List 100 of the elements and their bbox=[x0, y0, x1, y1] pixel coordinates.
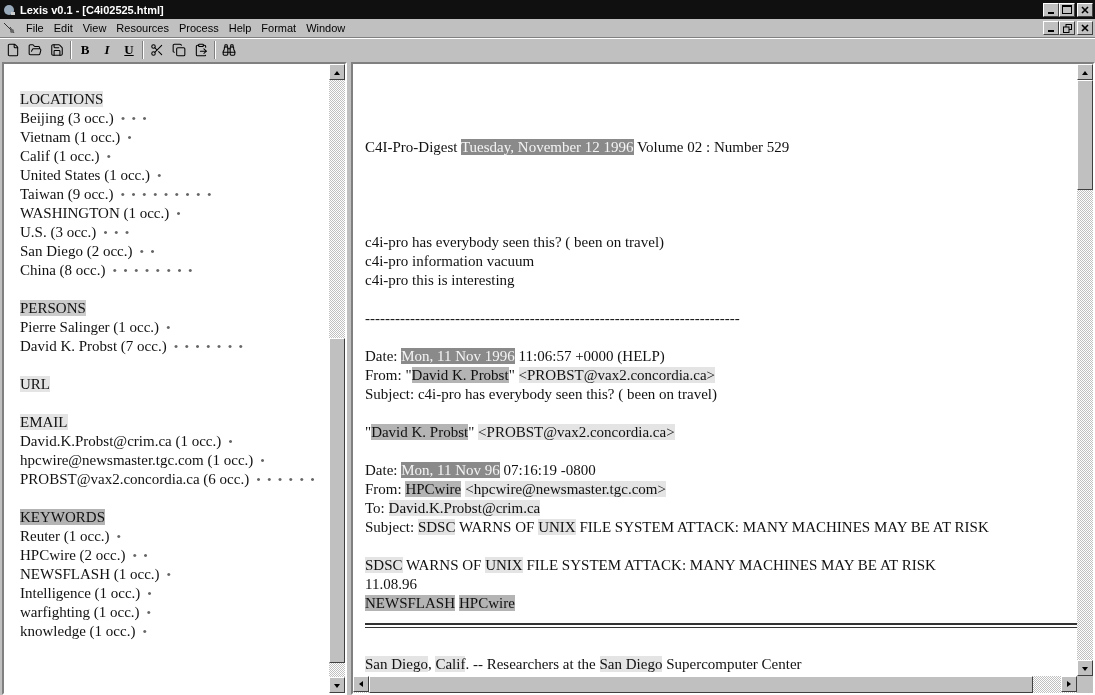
highlighted-text: HPCwire bbox=[405, 481, 462, 497]
entity-item[interactable]: NEWSFLASH (1 occ.) bbox=[20, 565, 160, 584]
occurrence-marks: • bbox=[260, 452, 265, 470]
maximize-button[interactable] bbox=[1059, 2, 1075, 17]
document-text: Volume 02 : Number 529 bbox=[636, 139, 790, 155]
highlighted-text: Mon, 11 Nov 1996 bbox=[401, 348, 515, 364]
entity-item[interactable]: China (8 occ.) bbox=[20, 261, 106, 280]
document-text: Date: bbox=[365, 348, 399, 364]
close-button[interactable] bbox=[1077, 21, 1093, 35]
italic-button[interactable]: I bbox=[98, 40, 116, 59]
highlighted-text: San Diego bbox=[599, 656, 663, 672]
restore-button[interactable] bbox=[1059, 21, 1075, 35]
highlighted-text: UNIX bbox=[538, 519, 576, 535]
close-button[interactable] bbox=[1077, 2, 1093, 17]
close-icon bbox=[1081, 24, 1089, 32]
entity-item[interactable]: United States (1 occ.) bbox=[20, 166, 150, 185]
document-text: 07:16:19 -0800 bbox=[502, 462, 596, 478]
underline-button[interactable]: U bbox=[120, 40, 138, 59]
occurrence-marks: • • • bbox=[120, 110, 147, 128]
occurrence-marks: • bbox=[127, 129, 132, 147]
entity-item[interactable]: U.S. (3 occ.) bbox=[20, 223, 97, 242]
document-text: , bbox=[427, 656, 433, 672]
document-text: WARNS OF bbox=[405, 557, 483, 573]
menu-item[interactable]: Resources bbox=[116, 22, 169, 34]
scroll-thumb[interactable] bbox=[329, 338, 345, 663]
occurrence-marks: • • • • • • • • • bbox=[120, 186, 212, 204]
occurrence-marks: • bbox=[166, 566, 172, 584]
document-text: --------------------------------------------------------------------------- bbox=[365, 310, 740, 326]
menu-item[interactable]: Edit bbox=[53, 22, 73, 34]
minimize-button[interactable] bbox=[1043, 2, 1059, 17]
entity-item[interactable]: Pierre Salinger (1 occ.) bbox=[20, 318, 160, 337]
entity-item[interactable]: hpcwire@newsmaster.tgc.com (1 occ.) bbox=[20, 451, 254, 470]
highlighted-text: <hpcwire@newsmaster.tgc.com> bbox=[465, 481, 666, 497]
document-text: Subject: bbox=[365, 519, 416, 535]
close-icon bbox=[1081, 5, 1089, 14]
entity-item[interactable]: Beijing (3 occ.) bbox=[20, 109, 114, 128]
document-text: c4i-pro this is interesting bbox=[365, 272, 515, 288]
document-icon bbox=[2, 21, 16, 35]
entity-item[interactable]: Reuter (1 occ.) bbox=[20, 527, 110, 546]
entity-item[interactable]: knowledge (1 occ.) bbox=[20, 622, 136, 641]
entity-item[interactable]: Vietnam (1 occ.) bbox=[20, 128, 121, 147]
document-text: WARNS OF bbox=[457, 519, 536, 535]
document-text: FILE SYSTEM ATTACK: MANY MACHINES MAY BE AT RISK bbox=[525, 557, 936, 573]
document-text: C4I-Pro-Digest bbox=[365, 139, 459, 155]
section-heading: KEYWORDS bbox=[20, 509, 105, 525]
occurrence-marks: • bbox=[147, 585, 152, 603]
highlighted-text: NEWSFLASH bbox=[365, 595, 455, 611]
highlighted-text: <PROBST@vax2.concordia.ca> bbox=[518, 367, 716, 383]
app-icon bbox=[2, 2, 16, 17]
minimize-icon bbox=[1048, 11, 1054, 14]
menu-item[interactable]: Window bbox=[306, 22, 346, 34]
highlighted-text: David K. Probst bbox=[411, 367, 509, 383]
entity-item[interactable]: David K. Probst (7 occ.) bbox=[20, 337, 167, 356]
document-text: To: bbox=[365, 500, 386, 516]
occurrence-marks: • bbox=[156, 167, 162, 185]
occurrence-marks: • bbox=[116, 528, 122, 546]
document-text: " bbox=[365, 424, 372, 440]
document-text: Date: bbox=[365, 462, 399, 478]
document-text: 11.08.96 bbox=[365, 576, 417, 592]
minimize-icon bbox=[1048, 30, 1054, 32]
menu-item[interactable]: View bbox=[82, 22, 107, 34]
minimize-button[interactable] bbox=[1043, 21, 1059, 35]
entity-item[interactable]: Intelligence (1 occ.) bbox=[20, 584, 141, 603]
entity-item[interactable]: WASHINGTON (1 occ.) bbox=[20, 204, 170, 223]
document-text: . -- Researchers at the bbox=[465, 656, 597, 672]
bold-button[interactable]: B bbox=[76, 40, 94, 59]
occurrence-marks: • • • • • • bbox=[256, 471, 315, 489]
entity-item[interactable]: San Diego (2 occ.) bbox=[20, 242, 133, 261]
highlighted-text: <PROBST@vax2.concordia.ca> bbox=[478, 424, 675, 440]
occurrence-marks: • • • • • • • bbox=[173, 338, 243, 356]
menu-item[interactable]: Format bbox=[261, 22, 297, 34]
vertical-scrollbar[interactable] bbox=[1077, 64, 1093, 693]
occurrence-marks: • bbox=[142, 623, 147, 641]
menu-item[interactable]: Help bbox=[228, 22, 252, 34]
entity-item[interactable]: HPCwire (2 occ.) bbox=[20, 546, 126, 565]
section-heading: PERSONS bbox=[20, 300, 86, 316]
entity-item[interactable]: Taiwan (9 occ.) bbox=[20, 185, 114, 204]
highlighted-text: David.K.Probst@crim.ca bbox=[388, 500, 541, 516]
occurrence-marks: • • bbox=[132, 547, 148, 565]
occurrence-marks: • bbox=[166, 319, 171, 337]
menu-item[interactable]: File bbox=[26, 22, 44, 34]
highlighted-text: Tuesday, November 12 1996 bbox=[461, 139, 634, 155]
occurrence-marks: • bbox=[146, 604, 152, 622]
occurrence-marks: • bbox=[228, 433, 233, 451]
highlighted-text: SDSC bbox=[417, 519, 456, 535]
document-text: 11:06:57 +0000 (HELP) bbox=[517, 348, 665, 364]
menu-item[interactable]: Process bbox=[178, 22, 219, 34]
vertical-scrollbar[interactable] bbox=[329, 64, 345, 693]
entity-item[interactable]: PROBST@vax2.concordia.ca (6 occ.) bbox=[20, 470, 250, 489]
maximize-icon bbox=[1062, 5, 1072, 14]
occurrence-marks: • • bbox=[139, 243, 155, 261]
scroll-thumb[interactable] bbox=[1077, 80, 1093, 190]
entity-item[interactable]: David.K.Probst@crim.ca (1 occ.) bbox=[20, 432, 222, 451]
document-text: c4i-pro has everybody seen this? ( been on travel) bbox=[365, 234, 665, 250]
section-heading: URL bbox=[20, 376, 50, 392]
occurrence-marks: • • • • • • • • bbox=[112, 262, 193, 280]
entity-item[interactable]: Calif (1 occ.) bbox=[20, 147, 100, 166]
entity-item[interactable]: warfighting (1 occ.) bbox=[20, 603, 140, 622]
document-text: From: " bbox=[365, 367, 412, 383]
document-text: FILE SYSTEM ATTACK: MANY MACHINES MAY BE AT RISK bbox=[578, 519, 989, 535]
